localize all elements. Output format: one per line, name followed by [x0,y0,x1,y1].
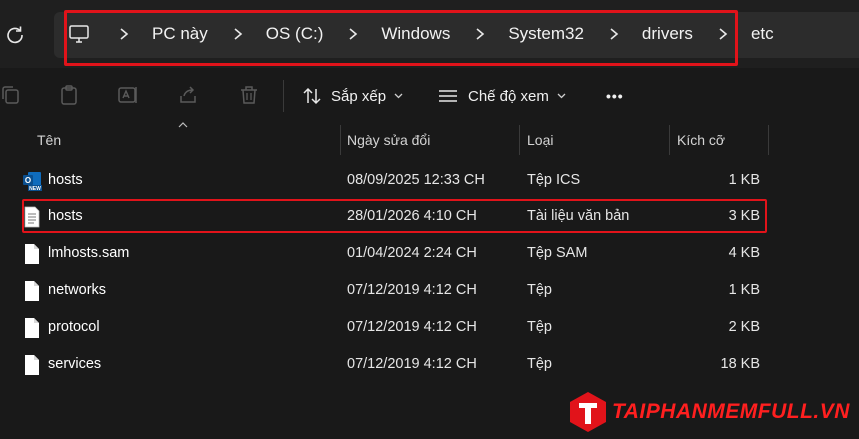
column-divider[interactable] [768,125,769,155]
file-date: 08/09/2025 12:33 CH [347,172,485,188]
file-type: Tệp [527,282,552,298]
file-row[interactable]: networks 07/12/2019 4:12 CH Tệp 1 KB [0,272,780,308]
file-type: Tệp SAM [527,245,588,261]
copy-icon[interactable] [0,84,22,106]
chevron-down-icon [394,93,403,99]
file-icon [25,244,39,264]
more-options-button[interactable]: ••• [606,82,624,110]
file-row[interactable]: protocol 07/12/2019 4:12 CH Tệp 2 KB [0,309,780,345]
file-date: 07/12/2019 4:12 CH [347,319,477,335]
share-icon[interactable] [177,84,199,106]
file-date: 07/12/2019 4:12 CH [347,356,477,372]
file-size: 18 KB [720,356,761,372]
more-options-label: ••• [606,88,624,104]
outlook-calendar-icon: O NEW [23,172,42,192]
rename-icon[interactable] [117,84,139,106]
file-size: 1 KB [728,172,760,188]
file-date: 07/12/2019 4:12 CH [347,282,477,298]
sort-indicator-icon [178,122,188,128]
file-icon [25,355,39,375]
watermark-text: TAIPHANMEMFULL.VN [612,400,850,423]
view-button[interactable]: Chế độ xem [437,82,575,110]
column-header-name[interactable]: Tên [37,125,61,155]
column-header-type[interactable]: Loại [527,125,553,155]
file-name[interactable]: services [48,346,101,382]
svg-text:O: O [25,176,31,185]
view-label: Chế độ xem [468,87,549,105]
column-header-date[interactable]: Ngày sửa đổi [347,125,430,155]
delete-icon[interactable] [238,84,260,106]
file-row[interactable]: services 07/12/2019 4:12 CH Tệp 18 KB [0,346,780,382]
file-size: 1 KB [728,282,760,298]
column-divider[interactable] [519,125,520,155]
svg-text:NEW: NEW [29,186,41,192]
column-divider[interactable] [340,125,341,155]
address-highlight-box [64,10,738,66]
file-row[interactable]: O NEW hosts 08/09/2025 12:33 CH Tệp ICS … [0,162,780,198]
file-name[interactable]: hosts [48,162,83,198]
file-name[interactable]: lmhosts.sam [48,235,129,271]
breadcrumb-etc[interactable]: etc [751,24,774,44]
refresh-icon[interactable] [4,24,26,46]
file-size: 2 KB [728,319,760,335]
file-type: Tệp [527,319,552,335]
file-type: Tệp ICS [527,172,581,188]
view-list-icon [439,90,457,102]
paste-icon[interactable] [58,84,80,106]
file-name[interactable]: networks [48,272,106,308]
chevron-down-icon [557,93,566,99]
file-icon [25,281,39,301]
file-icon [25,318,39,338]
row-highlight-box [22,199,767,233]
toolbar-separator [283,80,284,112]
file-size: 4 KB [728,245,760,261]
file-date: 01/04/2024 2:24 CH [347,245,477,261]
file-name[interactable]: protocol [48,309,100,345]
sort-button[interactable]: Sắp xếp [302,82,412,110]
sort-label: Sắp xếp [331,87,387,105]
file-type: Tệp [527,356,552,372]
watermark-logo-icon [570,392,606,432]
column-header-size[interactable]: Kích cỡ [677,125,725,155]
column-divider[interactable] [669,125,670,155]
sort-icon [303,87,321,105]
file-row[interactable]: lmhosts.sam 01/04/2024 2:24 CH Tệp SAM 4… [0,235,780,271]
